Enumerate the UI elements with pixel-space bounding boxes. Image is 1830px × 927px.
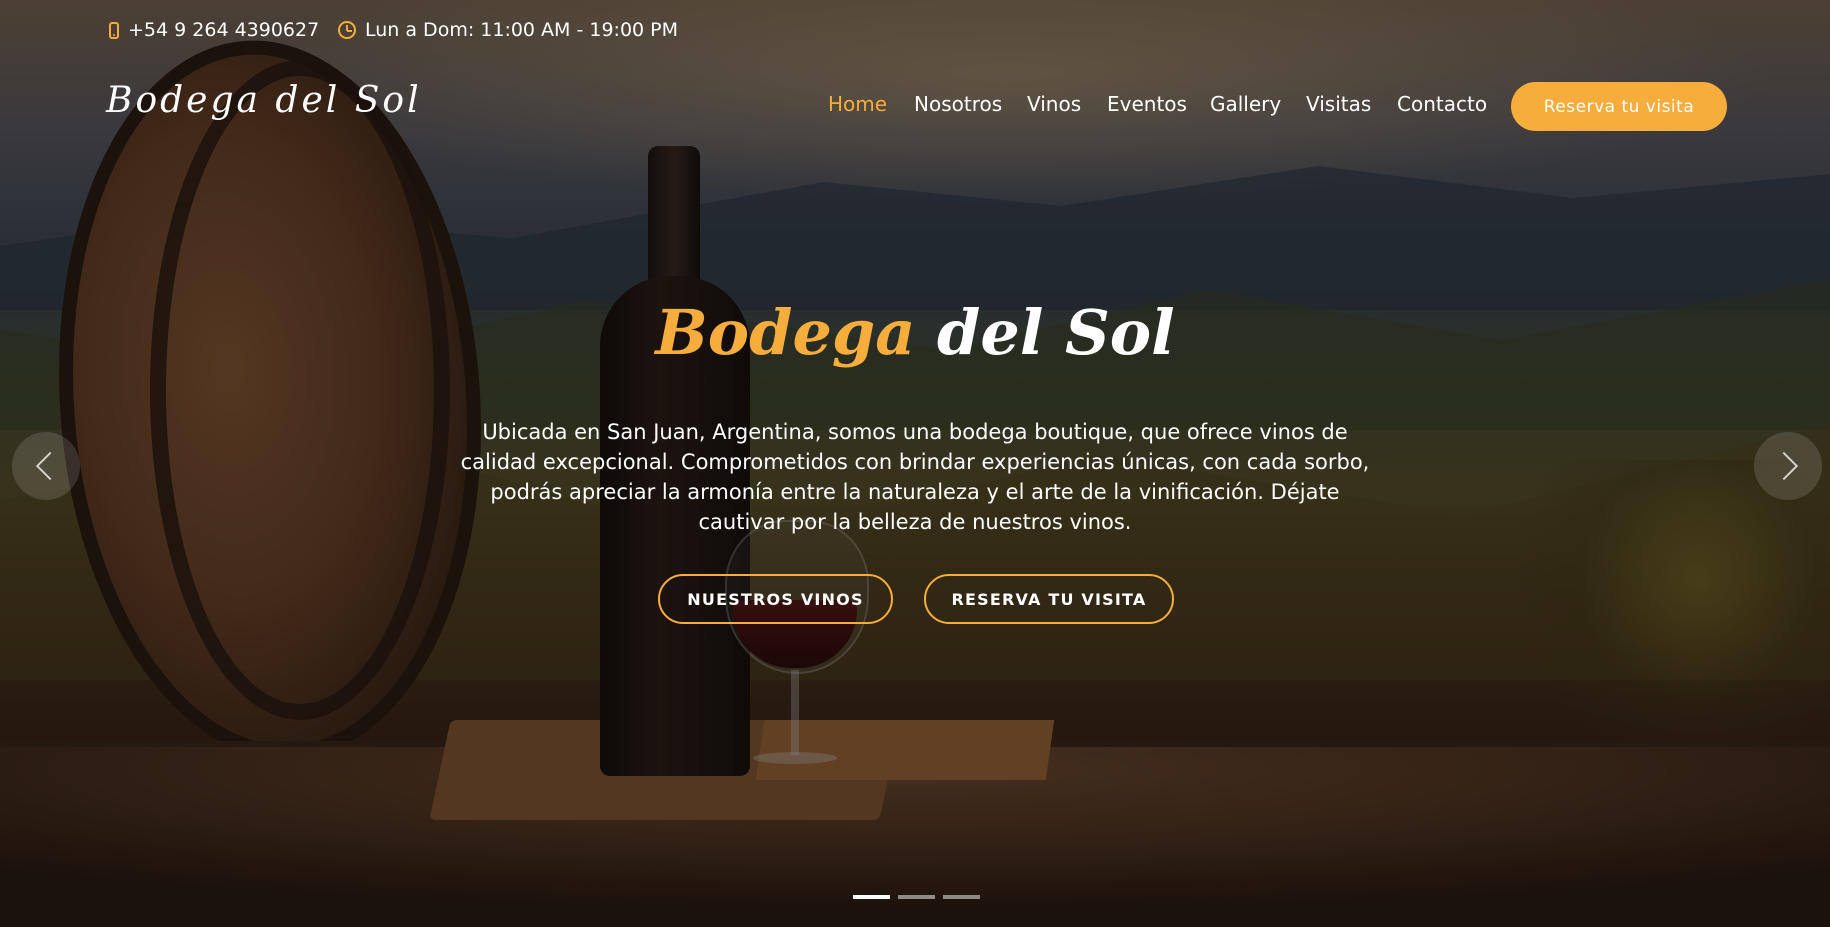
clock-icon xyxy=(338,21,356,39)
reserve-visit-button[interactable]: RESERVA TU VISITA xyxy=(924,574,1174,624)
carousel-indicator-1[interactable] xyxy=(853,895,890,899)
hero-title: Bodega del Sol xyxy=(0,296,1830,369)
book-visit-button[interactable]: Reserva tu visita xyxy=(1511,82,1727,131)
hero-title-accent: Bodega xyxy=(655,296,916,369)
nav-item-gallery[interactable]: Gallery xyxy=(1210,92,1281,116)
hours-text: Lun a Dom: 11:00 AM - 19:00 PM xyxy=(365,19,679,41)
hero-title-rest: del Sol xyxy=(915,296,1175,369)
hero-description: Ubicada en San Juan, Argentina, somos un… xyxy=(460,420,1370,534)
top-info-bar: +54 9 264 4390627 Lun a Dom: 11:00 AM - … xyxy=(0,0,1830,60)
nav-item-eventos[interactable]: Eventos xyxy=(1107,92,1187,116)
opening-hours: Lun a Dom: 11:00 AM - 19:00 PM xyxy=(338,19,678,41)
chevron-left-icon xyxy=(35,451,65,481)
site-logo[interactable]: Bodega del Sol xyxy=(106,80,422,121)
nav-item-visitas[interactable]: Visitas xyxy=(1306,92,1371,116)
our-wines-button[interactable]: NUESTROS VINOS xyxy=(658,574,893,624)
nav-item-home[interactable]: Home xyxy=(828,92,887,116)
phone-number: +54 9 264 4390627 xyxy=(128,19,320,41)
phone-icon xyxy=(109,21,119,39)
nav-item-contacto[interactable]: Contacto xyxy=(1397,92,1487,116)
carousel-indicator-3[interactable] xyxy=(943,895,980,899)
carousel-indicator-2[interactable] xyxy=(898,895,935,899)
chevron-right-icon xyxy=(1769,451,1799,481)
nav-item-vinos[interactable]: Vinos xyxy=(1027,92,1081,116)
carousel-next-button[interactable] xyxy=(1754,432,1822,500)
carousel-prev-button[interactable] xyxy=(12,432,80,500)
contact-phone[interactable]: +54 9 264 4390627 xyxy=(109,19,319,41)
nav-item-nosotros[interactable]: Nosotros xyxy=(914,92,1002,116)
